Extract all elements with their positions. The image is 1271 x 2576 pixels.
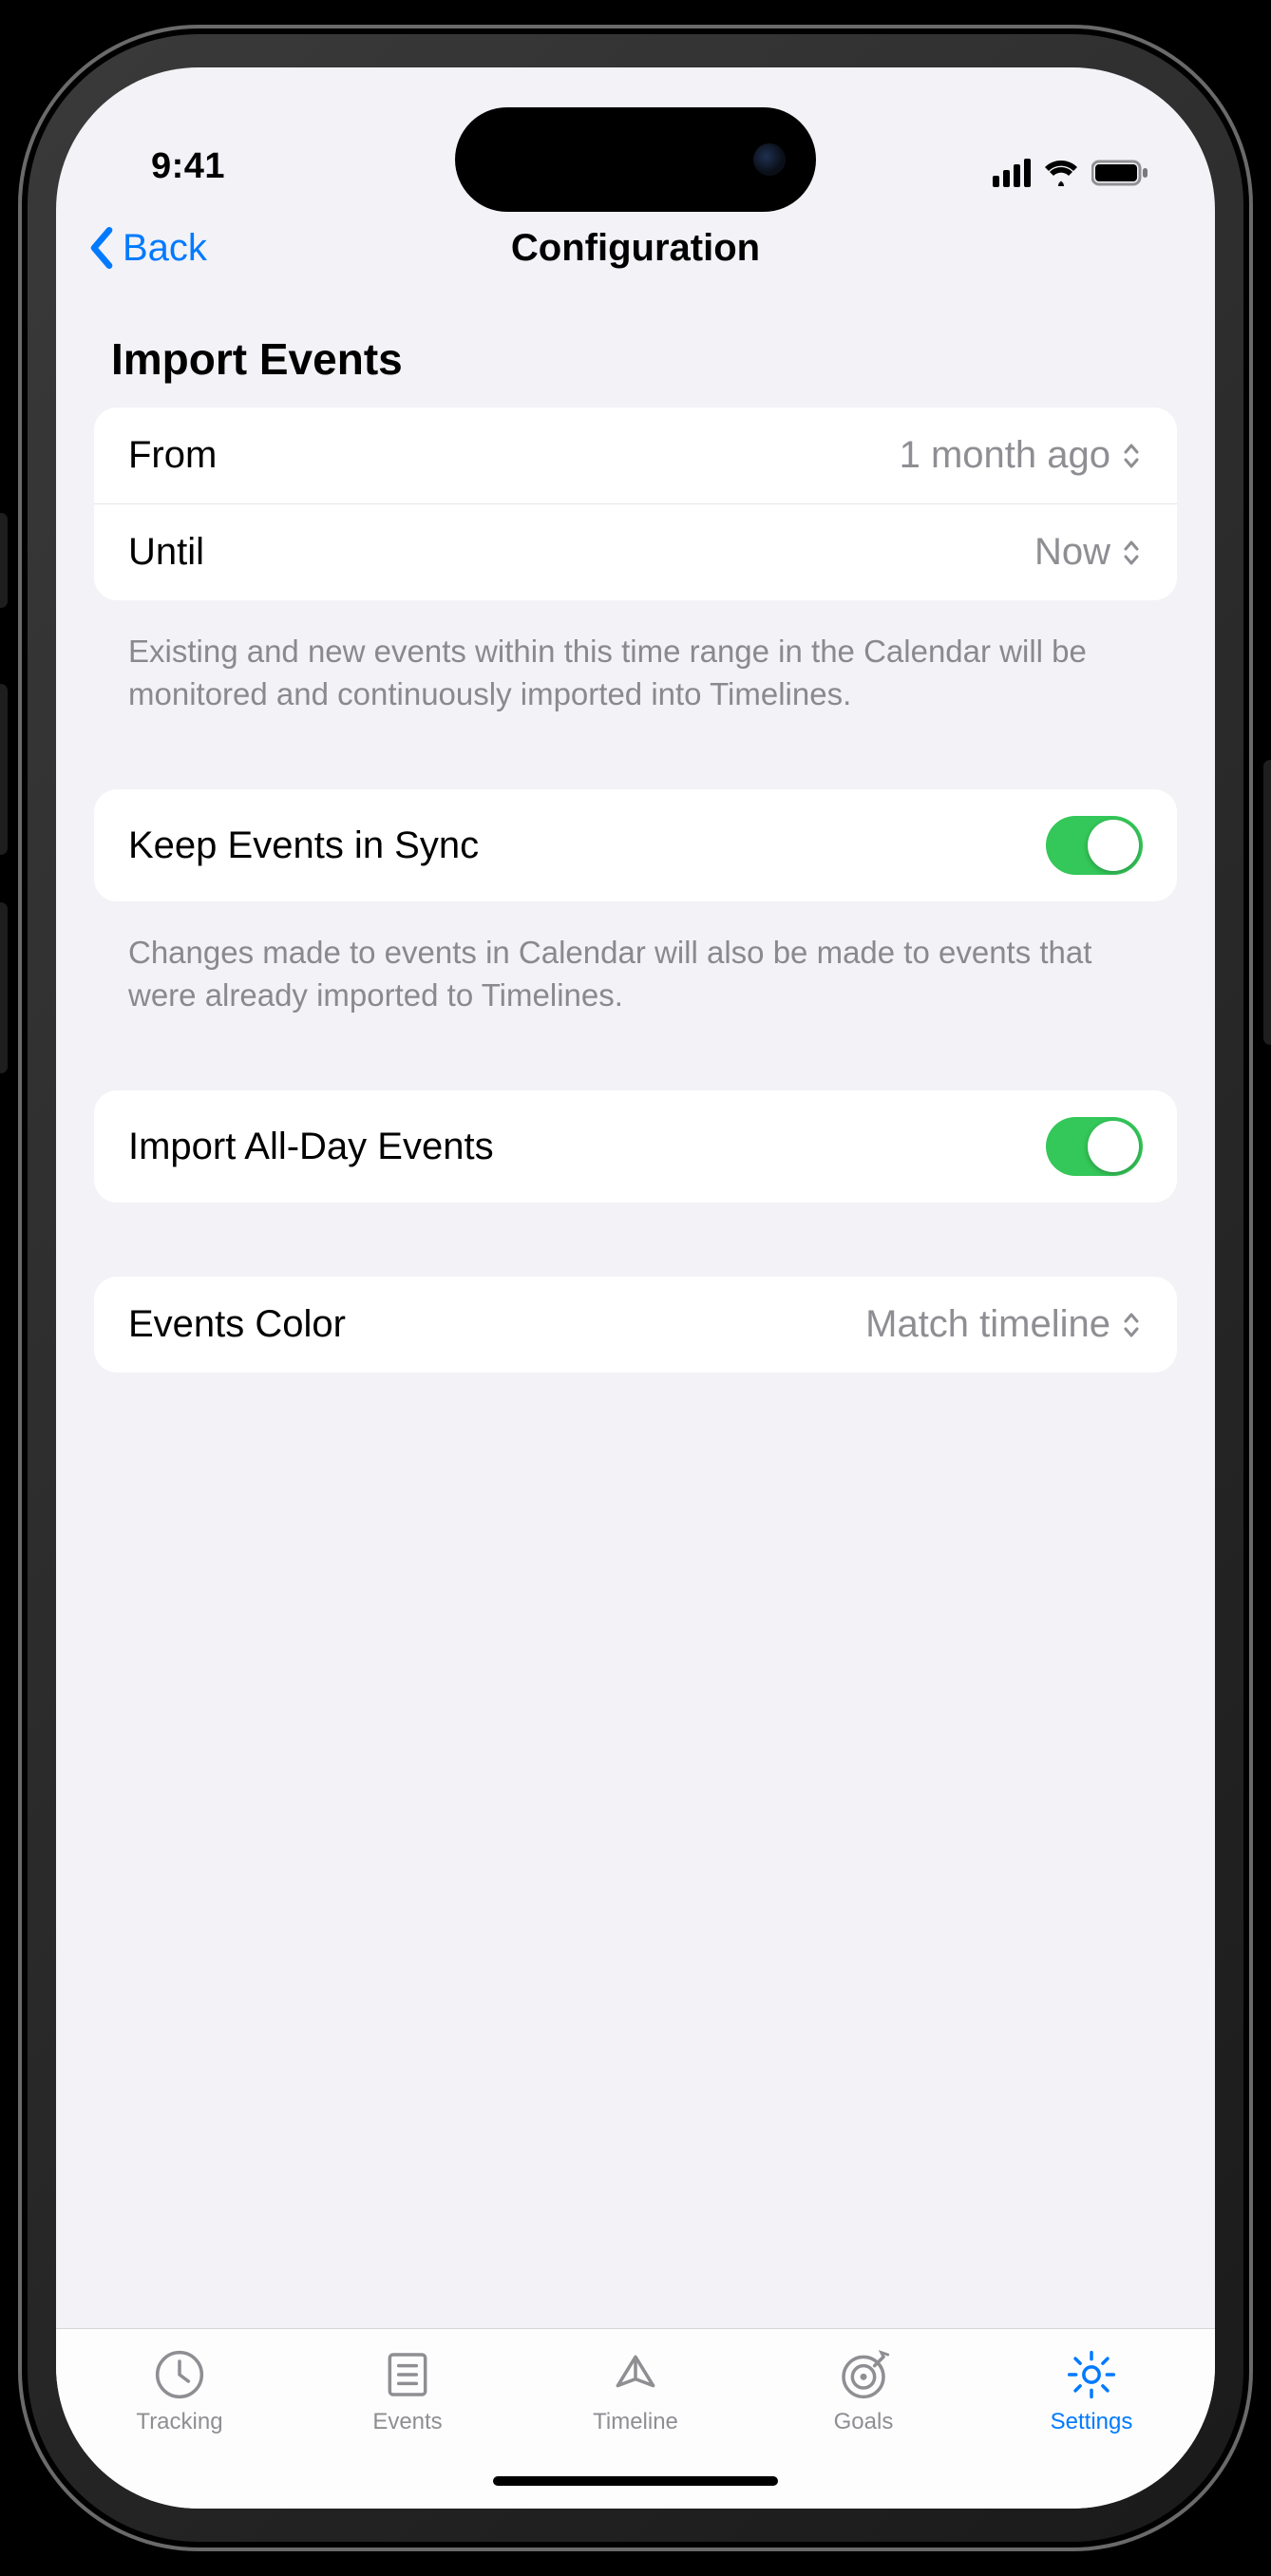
from-label: From — [128, 434, 217, 477]
dynamic-island — [455, 107, 816, 212]
cellular-signal-icon — [993, 159, 1031, 187]
back-button[interactable]: Back — [85, 225, 207, 271]
tab-label: Goals — [834, 2409, 894, 2435]
until-value-text: Now — [1034, 531, 1110, 574]
tab-label: Events — [372, 2409, 442, 2435]
from-row[interactable]: From 1 month ago — [94, 407, 1177, 503]
volume-up-button — [0, 684, 8, 855]
tab-label: Tracking — [136, 2409, 222, 2435]
events-color-label: Events Color — [128, 1303, 346, 1346]
target-icon — [835, 2348, 892, 2401]
list-icon — [379, 2348, 436, 2401]
sync-label: Keep Events in Sync — [128, 824, 479, 867]
events-color-value: Match timeline — [865, 1303, 1143, 1346]
events-color-card: Events Color Match timeline — [94, 1277, 1177, 1373]
time-range-footer: Existing and new events within this time… — [94, 616, 1177, 715]
screen: 9:41 — [56, 67, 1215, 2509]
tab-tracking[interactable]: Tracking — [66, 2348, 294, 2435]
section-title: Import Events — [94, 295, 1177, 407]
tab-settings[interactable]: Settings — [977, 2348, 1205, 2435]
sync-card: Keep Events in Sync — [94, 789, 1177, 901]
battery-icon — [1091, 160, 1148, 186]
chevron-up-down-icon — [1120, 539, 1143, 567]
nav-bar: Back Configuration — [56, 200, 1215, 295]
page-title: Configuration — [511, 227, 760, 270]
until-row[interactable]: Until Now — [94, 503, 1177, 600]
sync-row: Keep Events in Sync — [94, 789, 1177, 901]
from-value: 1 month ago — [900, 434, 1143, 477]
allday-row: Import All-Day Events — [94, 1090, 1177, 1203]
side-button — [0, 513, 8, 608]
content-area: Import Events From 1 month ago Until — [56, 295, 1215, 2328]
tab-label: Settings — [1051, 2409, 1133, 2435]
time-range-card: From 1 month ago Until Now — [94, 407, 1177, 600]
clock-icon — [151, 2348, 208, 2401]
back-label: Back — [123, 227, 207, 270]
camera-icon — [753, 143, 786, 176]
tab-timeline[interactable]: Timeline — [522, 2348, 749, 2435]
phone-body: 9:41 — [18, 25, 1253, 2551]
from-value-text: 1 month ago — [900, 434, 1110, 477]
volume-down-button — [0, 902, 8, 1073]
allday-label: Import All-Day Events — [128, 1126, 494, 1168]
status-indicators — [993, 159, 1148, 191]
toggle-knob — [1088, 820, 1139, 871]
tab-label: Timeline — [593, 2409, 678, 2435]
events-color-value-text: Match timeline — [865, 1303, 1110, 1346]
chevron-up-down-icon — [1120, 1311, 1143, 1339]
power-button — [1263, 760, 1271, 1045]
events-color-row[interactable]: Events Color Match timeline — [94, 1277, 1177, 1373]
chevron-left-icon — [85, 225, 119, 271]
phone-frame: 9:41 — [0, 0, 1271, 2576]
allday-toggle[interactable] — [1046, 1117, 1143, 1176]
until-value: Now — [1034, 531, 1143, 574]
tab-goals[interactable]: Goals — [749, 2348, 977, 2435]
allday-card: Import All-Day Events — [94, 1090, 1177, 1203]
sync-footer: Changes made to events in Calendar will … — [94, 917, 1177, 1016]
status-time: 9:41 — [151, 146, 225, 191]
until-label: Until — [128, 531, 204, 574]
home-indicator[interactable] — [493, 2476, 778, 2486]
wifi-icon — [1044, 160, 1078, 186]
fan-icon — [607, 2348, 664, 2401]
tab-events[interactable]: Events — [294, 2348, 522, 2435]
toggle-knob — [1088, 1121, 1139, 1172]
gear-icon — [1063, 2348, 1120, 2401]
sync-toggle[interactable] — [1046, 816, 1143, 875]
chevron-up-down-icon — [1120, 442, 1143, 470]
